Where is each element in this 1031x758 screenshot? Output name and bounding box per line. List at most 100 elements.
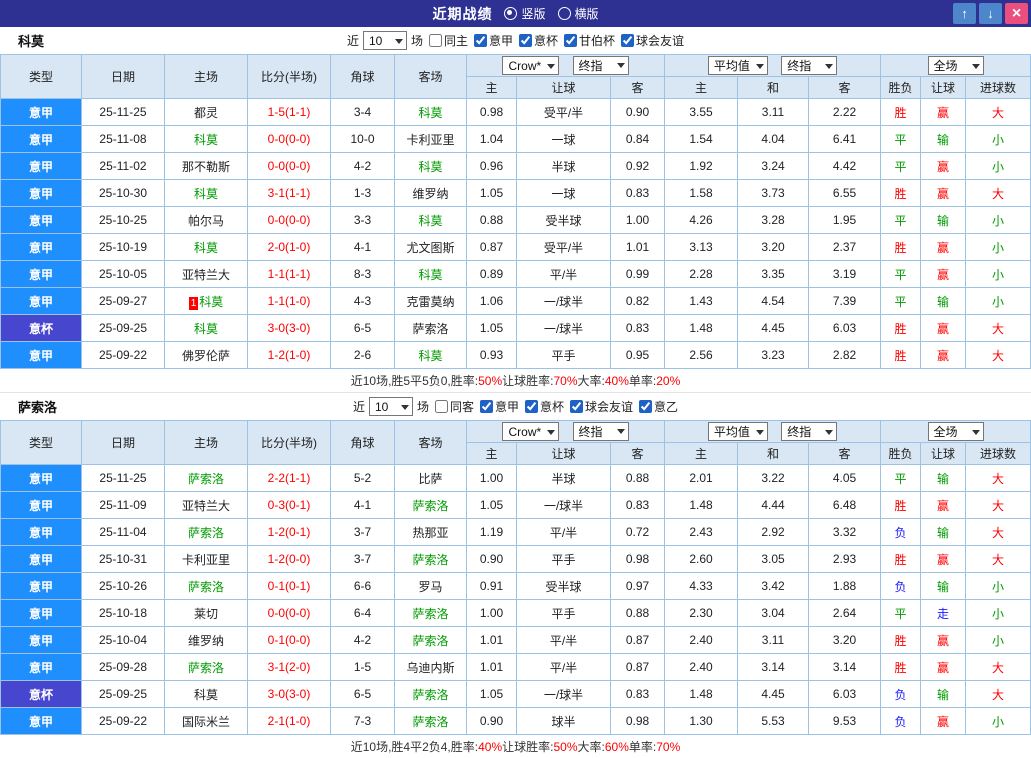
coppa-italia-checkbox[interactable] xyxy=(519,34,532,47)
result-cell: 胜 xyxy=(880,626,922,654)
date-cell: 25-10-30 xyxy=(81,179,165,207)
filter-coppa-italia[interactable]: 意杯 xyxy=(525,398,564,415)
goals-result-cell: 大 xyxy=(965,680,1031,708)
summary-stat-label: 让球胜率: xyxy=(502,374,554,388)
corner-cell: 4-3 xyxy=(330,287,395,315)
same-home-checkbox[interactable] xyxy=(428,34,442,47)
league-cell: 意甲 xyxy=(0,125,82,153)
col-header-type: 类型 xyxy=(0,420,82,465)
eu-home-odds-cell: 1.48 xyxy=(664,491,738,519)
date-cell: 25-09-28 xyxy=(81,653,165,681)
eu-home-odds-cell: 3.13 xyxy=(664,233,738,261)
league-cell: 意甲 xyxy=(0,260,82,288)
serie-a-checkbox[interactable] xyxy=(473,34,487,47)
same-away-checkbox[interactable] xyxy=(434,400,448,413)
ah-handicap-cell: 半球 xyxy=(516,464,611,492)
filter-serie-b[interactable]: 意乙 xyxy=(639,398,678,415)
eu-away-odds-cell: 2.82 xyxy=(807,341,882,369)
away-team-cell: 罗马 xyxy=(394,572,467,600)
home-team-name: 科莫 xyxy=(193,687,218,702)
gamper-cup-checkbox[interactable] xyxy=(564,34,578,47)
handicap-result-cell: 赢 xyxy=(920,233,967,261)
eu-average-select[interactable]: 平均值 xyxy=(707,56,768,75)
date-cell: 25-11-09 xyxy=(81,491,165,519)
date-cell: 25-09-22 xyxy=(81,707,165,735)
select-value: Crow* xyxy=(508,424,542,439)
club-friendly-checkbox[interactable] xyxy=(570,400,584,413)
summary-stat-label: 大率: xyxy=(577,740,605,754)
filter-club-friendly[interactable]: 球会友谊 xyxy=(570,398,633,415)
corner-cell: 8-3 xyxy=(330,260,395,288)
filter-coppa-italia[interactable]: 意杯 xyxy=(519,32,558,49)
move-up-button[interactable]: ↑ xyxy=(953,3,976,24)
goals-result-cell: 大 xyxy=(965,491,1031,519)
league-cell: 意甲 xyxy=(0,233,82,261)
home-team-name: 萨索洛 xyxy=(187,579,224,594)
eu-draw-odds-cell: 5.53 xyxy=(737,707,809,735)
handicap-result-cell: 赢 xyxy=(920,179,967,207)
close-button[interactable]: × xyxy=(1005,3,1028,24)
serie-b-checkbox[interactable] xyxy=(639,400,653,413)
eu-home-odds-cell: 4.33 xyxy=(664,572,738,600)
eu-away-odds-cell: 4.05 xyxy=(807,464,882,492)
ah-home-odds-cell: 0.87 xyxy=(466,233,517,261)
league-cell: 意甲 xyxy=(0,653,82,681)
filter-serie-a[interactable]: 意甲 xyxy=(479,398,519,415)
date-cell: 25-10-18 xyxy=(81,599,165,627)
score-cell: 0-0(0-0) xyxy=(247,152,331,180)
eu-home-odds-cell: 1.30 xyxy=(664,707,738,735)
fulltime-select[interactable]: 全场 xyxy=(927,56,984,75)
bookmaker-select[interactable]: Crow* xyxy=(502,422,560,442)
filter-club-friendly[interactable]: 球会友谊 xyxy=(621,32,684,49)
score-cell: 0-0(0-0) xyxy=(247,206,331,234)
filter-gamper-cup[interactable]: 甘伯杯 xyxy=(564,32,615,49)
filter-same-home[interactable]: 同主 xyxy=(428,32,468,49)
club-friendly-checkbox[interactable] xyxy=(621,34,635,47)
filter-serie-a[interactable]: 意甲 xyxy=(473,32,513,49)
corner-cell: 3-4 xyxy=(330,98,395,126)
summary-stat-value: 60% xyxy=(604,739,629,754)
col-header-eu-home: 主 xyxy=(664,442,738,465)
result-cell: 胜 xyxy=(880,341,922,369)
close-icon: × xyxy=(1011,4,1022,22)
match-row: 意甲 25-11-04 萨索洛 1-2(0-1) 3-7 热那亚 1.19 平/半 0.72 2.… xyxy=(0,518,1031,546)
result-cell: 胜 xyxy=(880,491,922,519)
eu-draw-odds-cell: 4.54 xyxy=(737,287,809,315)
horizontal-layout-radio[interactable]: 横版 xyxy=(557,5,599,22)
move-down-button[interactable]: ↓ xyxy=(979,3,1002,24)
goals-result-cell: 小 xyxy=(965,572,1031,600)
select-value: 全场 xyxy=(933,59,958,73)
score-cell: 3-0(3-0) xyxy=(247,680,331,708)
eu-final-index-select[interactable]: 终指 xyxy=(781,422,838,441)
ah-home-odds-cell: 1.01 xyxy=(466,653,517,681)
eu-final-index-select[interactable]: 终指 xyxy=(781,56,838,75)
select-value: Crow* xyxy=(508,58,542,73)
eu-home-odds-cell: 3.55 xyxy=(664,98,738,126)
home-team-cell: 都灵 xyxy=(164,98,248,126)
recent-count-select[interactable]: 10 xyxy=(368,397,413,416)
recent-count-select[interactable]: 10 xyxy=(362,31,407,50)
ah-final-index-select[interactable]: 终指 xyxy=(572,55,629,75)
eu-away-odds-cell: 4.42 xyxy=(807,152,882,180)
away-team-cell: 萨索洛 xyxy=(394,599,467,627)
bookmaker-select[interactable]: Crow* xyxy=(502,56,560,76)
eu-draw-odds-cell: 2.92 xyxy=(737,518,809,546)
checkbox-label: 意甲 xyxy=(494,400,519,414)
fulltime-select[interactable]: 全场 xyxy=(927,422,984,441)
eu-average-select[interactable]: 平均值 xyxy=(707,422,768,441)
corner-cell: 10-0 xyxy=(330,125,395,153)
coppa-italia-checkbox[interactable] xyxy=(525,400,538,413)
up-arrow-icon: ↑ xyxy=(961,6,968,21)
vertical-layout-radio[interactable]: 竖版 xyxy=(504,5,546,22)
ah-final-index-select[interactable]: 终指 xyxy=(572,421,629,441)
score-cell: 1-2(0-1) xyxy=(247,518,331,546)
serie-a-checkbox[interactable] xyxy=(479,400,493,413)
goals-result-cell: 大 xyxy=(965,464,1031,492)
corner-cell: 6-5 xyxy=(330,680,395,708)
eu-away-odds-cell: 1.95 xyxy=(807,206,882,234)
filter-same-away[interactable]: 同客 xyxy=(434,398,474,415)
ah-away-odds-cell: 0.83 xyxy=(610,179,665,207)
home-team-cell: 科莫 xyxy=(164,680,248,708)
ah-handicap-cell: 半球 xyxy=(516,152,611,180)
select-value: 终指 xyxy=(787,425,812,439)
